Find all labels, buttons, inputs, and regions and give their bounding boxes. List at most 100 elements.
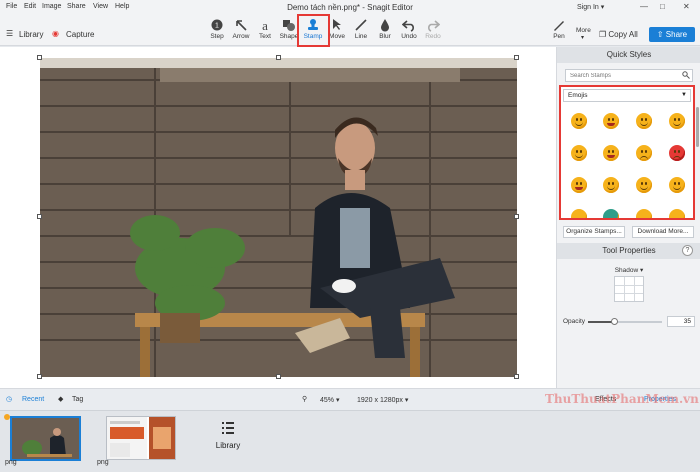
snagit-editor-window: File Edit Image Share View Help Demo tác… [0,0,700,472]
tool-step-label: Step [210,33,224,40]
tool-step[interactable]: 1 Step [204,18,230,40]
resize-handle-nw[interactable] [37,55,42,60]
capture-button[interactable]: Capture [66,30,94,39]
canvas-image[interactable] [40,58,517,377]
redo-icon [428,20,440,32]
emoji-stamp-happy[interactable] [669,113,685,129]
shadow-dropdown[interactable]: Shadow ▾ [557,266,700,274]
recent-button[interactable]: Recent [22,396,44,403]
emoji-stamp-wink[interactable] [636,113,652,129]
emoji-stamp-big-grin[interactable] [571,177,587,193]
emoji-stamp-laugh[interactable] [603,145,619,161]
photo-man-on-bench [40,58,517,377]
stamp-category-select[interactable]: Emojis ▼ [563,89,691,102]
line-icon [355,19,367,31]
hamburger-icon[interactable]: ☰ [6,29,13,38]
tag-button[interactable]: Tag [72,396,83,403]
emoji-stamp-cheeky[interactable] [669,177,685,193]
tool-text-label: Text [259,33,271,40]
organize-stamps-button[interactable]: Organize Stamps... [563,226,625,238]
emoji-stamp-partial-1[interactable] [571,209,587,218]
emoji-stamp-thinking[interactable] [571,145,587,161]
zoom-level-dropdown[interactable]: 45% ▾ [320,396,339,404]
tool-line[interactable]: Line [348,18,374,40]
blur-icon [381,19,389,32]
emoji-stamp-smile[interactable] [571,113,587,129]
library-button[interactable]: Library [19,30,43,39]
redo-button[interactable]: Redo [420,18,446,40]
gallery-scrollbar[interactable] [696,107,699,147]
svg-text:a: a [262,18,268,32]
tool-text[interactable]: a Text [252,18,278,40]
maximize-icon[interactable]: □ [660,2,665,11]
shadow-direction-grid[interactable] [614,276,644,302]
opacity-label: Opacity [563,318,586,325]
download-more-button[interactable]: Download More... [632,226,694,238]
thumbnail-capture-1[interactable] [10,416,81,461]
search-stamps-input[interactable] [565,69,693,82]
resize-handle-se[interactable] [514,374,519,379]
emoji-stamp-angry[interactable] [669,145,685,161]
more-chevron-icon[interactable]: ▾ [581,34,584,41]
quick-styles-panel: Quick Styles Emojis ▼ [556,47,700,388]
tool-arrow[interactable]: Arrow [228,18,254,40]
title-bar: File Edit Image Share View Help Demo tác… [0,0,700,14]
library-tray-button[interactable]: Library [213,421,243,450]
thumbnail-image-2 [107,417,175,459]
image-size-dropdown[interactable]: 1920 x 1280px ▾ [357,396,408,404]
thumbnail-capture-2[interactable] [106,416,176,460]
resize-handle-sw[interactable] [37,374,42,379]
opacity-slider[interactable] [588,321,662,323]
undo-button[interactable]: Undo [396,18,422,40]
svg-text:1: 1 [215,23,219,30]
close-icon[interactable]: ✕ [683,2,690,11]
resize-handle-ne[interactable] [514,55,519,60]
toolbar: ☰ Library ◉ Capture 1 Step Arrow a Text … [0,14,700,46]
more-button[interactable]: More [576,27,591,34]
emoji-stamp-grin[interactable] [603,113,619,129]
emoji-stamp-sad[interactable] [636,145,652,161]
tool-blur-label: Blur [379,33,391,40]
library-tray-label: Library [215,441,241,450]
tag-icon[interactable]: ◆ [58,395,63,403]
zoom-icon[interactable]: ⚲ [302,395,307,403]
watermark: ThuThuatPhanMem.vn [545,392,699,406]
thumbnail-image-1 [12,418,79,459]
tool-properties-header: Tool Properties [557,243,700,259]
opacity-value-input[interactable]: 35 [667,316,695,327]
undo-icon [402,20,414,32]
emoji-stamp-smirk[interactable] [636,177,652,193]
opacity-slider-knob[interactable] [610,318,618,325]
clock-icon[interactable]: ◷ [6,395,12,403]
list-icon [222,422,234,434]
tool-blur[interactable]: Blur [372,18,398,40]
resize-handle-w[interactable] [37,214,42,219]
share-label: Share [665,30,688,39]
move-icon [333,19,341,30]
resize-handle-n[interactable] [276,55,281,60]
tool-pen[interactable]: Pen [546,18,572,40]
copy-icon: ❐ [599,30,609,39]
emoji-stamp-blush[interactable] [603,177,619,193]
quick-styles-header: Quick Styles [557,47,700,63]
stamp-tool-highlight [297,14,330,47]
tool-arrow-label: Arrow [232,33,250,40]
emoji-stamp-partial-2[interactable] [603,209,619,218]
recent-captures-tray: png png Library [0,410,700,472]
search-icon[interactable] [682,71,690,79]
copy-all-label: Copy All [608,30,638,39]
pen-icon [554,21,564,31]
redo-label: Redo [425,33,441,40]
sign-in-button[interactable]: Sign In ▾ [577,3,604,11]
resize-handle-s[interactable] [276,374,281,379]
record-icon[interactable]: ◉ [52,29,59,38]
help-icon[interactable]: ? [682,245,693,256]
share-button[interactable]: ⇧ Share [649,27,695,42]
copy-all-button[interactable]: ❐ Copy All [599,30,638,39]
emoji-stamp-partial-4[interactable] [669,209,685,218]
chevron-down-icon: ▼ [681,92,687,98]
minimize-icon[interactable]: — [640,2,648,11]
emoji-stamp-partial-3[interactable] [636,209,652,218]
shape-icon [283,20,295,31]
resize-handle-e[interactable] [514,214,519,219]
